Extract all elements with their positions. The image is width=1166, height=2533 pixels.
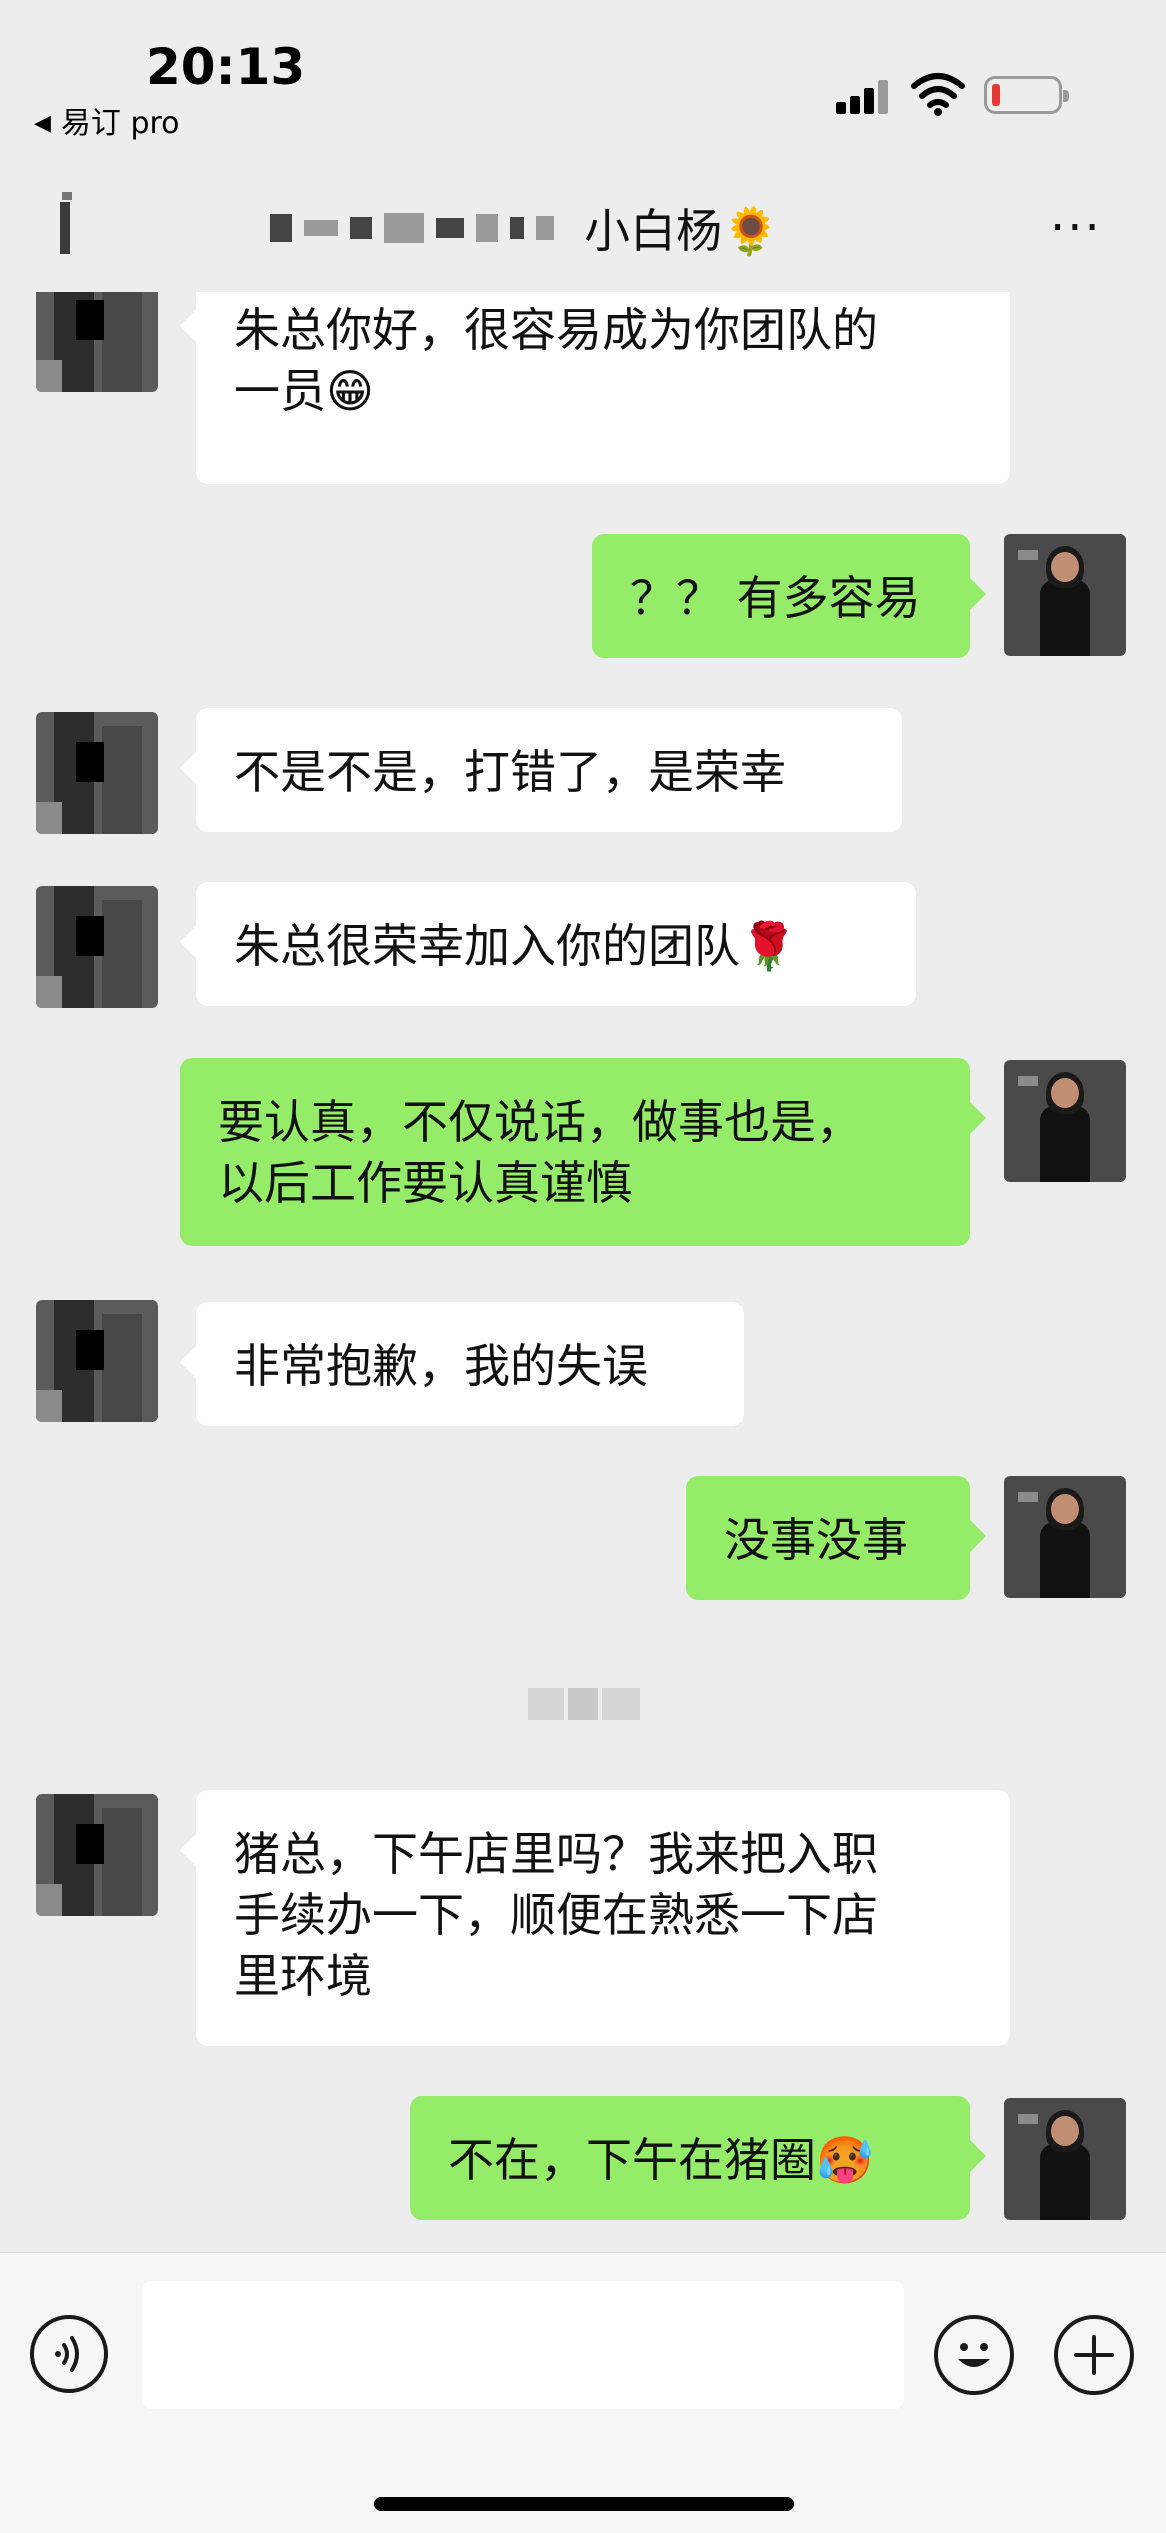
chat-title: 小白杨🌻	[584, 204, 780, 258]
emoji-icon	[958, 2343, 990, 2367]
status-time: 20:13	[146, 38, 306, 96]
voice-input-button[interactable]	[30, 2315, 108, 2393]
emoji-button[interactable]	[934, 2315, 1014, 2395]
self-avatar[interactable]	[1004, 1476, 1126, 1598]
voice-icon	[55, 2336, 79, 2372]
more-functions-button[interactable]	[1054, 2315, 1134, 2395]
message-bubble-incoming[interactable]: 朱总你好，很容易成为你团队的 一员😁	[180, 292, 1010, 484]
back-app-label: 易订 pro	[60, 106, 180, 141]
more-options-button[interactable]: ···	[1050, 204, 1102, 252]
message-bubble-outgoing[interactable]: 没事没事	[686, 1476, 986, 1600]
chat-message-list[interactable]: 朱总你好，很容易成为你团队的 一员😁 ？？ 有多容易 不是不是，打错了，是荣幸 …	[0, 292, 1166, 2252]
message-bubble-incoming[interactable]: 猪总，下午店里吗？我来把入职 手续办一下，顺便在熟悉一下店 里环境	[180, 1790, 1010, 2046]
message-bubble-incoming[interactable]: 朱总很荣幸加入你的团队🌹	[180, 882, 916, 1006]
contact-avatar[interactable]	[36, 292, 158, 392]
back-triangle-icon: ◀	[34, 111, 51, 136]
mosaic-block	[536, 216, 554, 240]
contact-avatar[interactable]	[36, 712, 158, 834]
status-bar: 20:13 ◀ 易订 pro	[0, 0, 1166, 150]
system-timestamp	[528, 1688, 640, 1720]
message-text-field[interactable]	[142, 2281, 904, 2409]
contact-avatar[interactable]	[36, 1300, 158, 1422]
wifi-icon	[911, 73, 965, 116]
contact-avatar[interactable]	[36, 886, 158, 1008]
cellular-signal-icon	[836, 80, 892, 114]
message-bubble-outgoing[interactable]: 不在，下午在猪圈🥵	[410, 2096, 986, 2220]
self-avatar[interactable]	[1004, 534, 1126, 656]
message-bubble-incoming[interactable]: 不是不是，打错了，是荣幸	[180, 708, 902, 832]
message-bubble-outgoing[interactable]: ？？ 有多容易	[592, 534, 986, 658]
message-bubble-incoming[interactable]: 非常抱歉，我的失误	[180, 1302, 744, 1426]
mosaic-block	[304, 220, 338, 236]
back-to-app-link[interactable]: ◀ 易订 pro	[34, 98, 180, 142]
battery-low-icon	[984, 76, 1069, 114]
chat-title-area: 小白杨🌻	[270, 196, 779, 260]
mosaic-block	[384, 213, 424, 243]
self-avatar[interactable]	[1004, 2098, 1126, 2220]
mosaic-block	[270, 214, 292, 242]
mosaic-block	[436, 218, 464, 238]
mosaic-block	[510, 217, 524, 239]
contact-avatar[interactable]	[36, 1794, 158, 1916]
self-avatar[interactable]	[1004, 1060, 1126, 1182]
message-input-bar	[0, 2252, 1166, 2533]
plus-icon	[1074, 2335, 1114, 2375]
mosaic-block	[476, 214, 498, 242]
chat-header: 小白杨🌻 ···	[0, 150, 1166, 292]
home-indicator[interactable]	[374, 2497, 794, 2511]
mosaic-block	[350, 217, 372, 239]
back-button[interactable]	[56, 192, 76, 254]
message-bubble-outgoing[interactable]: 要认真，不仅说话，做事也是， 以后工作要认真谨慎	[180, 1058, 986, 1246]
